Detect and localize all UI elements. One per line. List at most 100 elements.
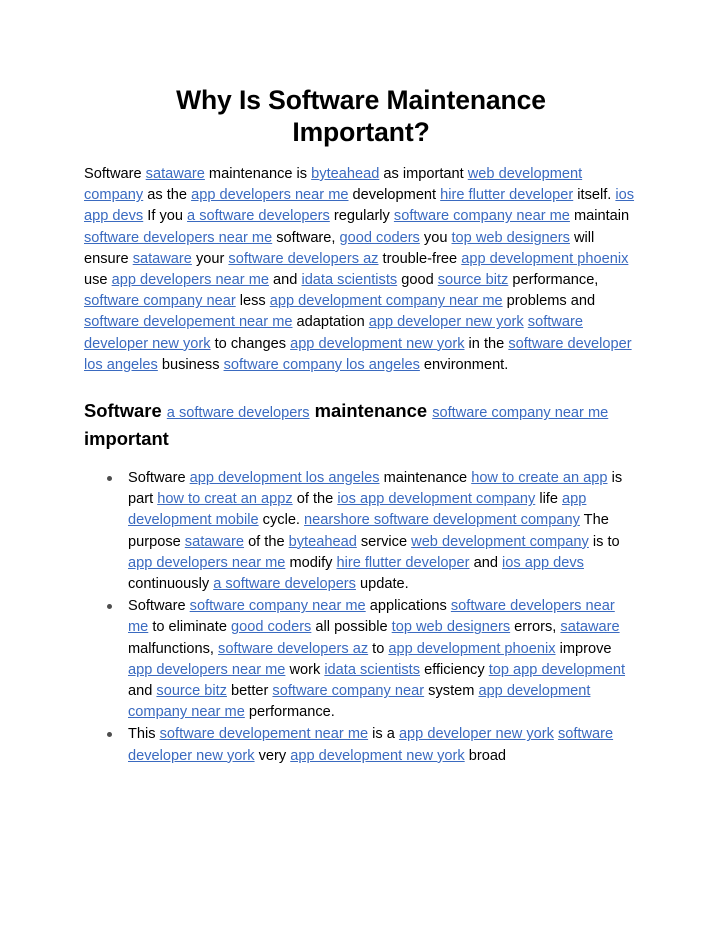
link-nearshore-software-development-company[interactable]: nearshore software development company xyxy=(304,512,580,528)
link-byteahead-bullet1[interactable]: byteahead xyxy=(289,534,357,550)
text-fragment: of the xyxy=(244,533,289,550)
link-app-developers-near-me[interactable]: app developers near me xyxy=(191,187,348,203)
link-byteahead[interactable]: byteahead xyxy=(311,166,379,182)
text-fragment: cycle. xyxy=(258,512,305,529)
link-sataware-bullet1[interactable]: sataware xyxy=(185,534,244,550)
section-heading: Software a software developers maintenan… xyxy=(84,398,638,452)
link-software-developers-near-me[interactable]: software developers near me xyxy=(84,230,272,246)
text-fragment: performance, xyxy=(508,272,599,289)
link-software-company-near[interactable]: software company near xyxy=(84,293,236,309)
list-item: This software developement near me is a … xyxy=(107,724,638,766)
link-source-bitz-bullet2[interactable]: source bitz xyxy=(156,683,227,699)
link-hire-flutter-developer[interactable]: hire flutter developer xyxy=(440,187,573,203)
link-top-web-designers[interactable]: top web designers xyxy=(452,230,570,246)
link-software-company-near-me[interactable]: software company near me xyxy=(394,208,570,224)
link-how-to-create-an-app[interactable]: how to create an app xyxy=(471,470,607,486)
text-fragment: to eliminate xyxy=(148,619,232,636)
link-idata-scientists[interactable]: idata scientists xyxy=(301,272,397,288)
text-fragment: and xyxy=(128,683,157,700)
text-fragment: If you xyxy=(143,208,188,225)
link-software-developers-az-bullet2[interactable]: software developers az xyxy=(218,641,368,657)
page-title-line-2: Important? xyxy=(292,117,430,147)
text-fragment: errors, xyxy=(510,619,561,636)
text-fragment: maintain xyxy=(569,208,630,225)
text-fragment: is a xyxy=(368,726,399,743)
link-app-development-phoenix-bullet2[interactable]: app development phoenix xyxy=(388,641,555,657)
text-fragment: environment. xyxy=(419,356,509,373)
text-fragment: continuously xyxy=(128,576,214,593)
text-fragment: and xyxy=(469,554,502,571)
link-good-coders-bullet2[interactable]: good coders xyxy=(231,619,311,635)
document-page: Why Is Software Maintenance Important? S… xyxy=(0,0,720,931)
link-app-developers-near-me-2[interactable]: app developers near me xyxy=(112,272,269,288)
text-fragment: Software xyxy=(128,470,190,487)
text-fragment: regularly xyxy=(329,208,394,225)
link-ios-app-development-company[interactable]: ios app development company xyxy=(337,491,535,507)
text-fragment: update. xyxy=(355,576,409,593)
text-fragment: all possible xyxy=(311,619,392,636)
link-how-to-creat-an-appz[interactable]: how to creat an appz xyxy=(157,491,292,507)
page-title-line-1: Why Is Software Maintenance xyxy=(176,85,546,115)
text-fragment: system xyxy=(424,683,479,700)
text-fragment: problems and xyxy=(502,293,596,310)
link-software-company-near-bullet2[interactable]: software company near xyxy=(272,683,424,699)
text-fragment: itself. xyxy=(573,187,616,204)
text-fragment: better xyxy=(226,683,273,700)
text-fragment: your xyxy=(191,250,229,267)
text-fragment: trouble-free xyxy=(378,250,462,267)
text-fragment: to xyxy=(368,640,389,657)
bullet-list: Software app development los angeles mai… xyxy=(84,468,638,767)
link-ios-app-devs-bullet1[interactable]: ios app devs xyxy=(502,555,584,571)
link-software-developement-near-me-bullet3[interactable]: software developement near me xyxy=(160,726,368,742)
link-software-company-near-me-heading[interactable]: software company near me xyxy=(432,405,608,421)
link-idata-scientists-bullet2[interactable]: idata scientists xyxy=(324,662,420,678)
text-fragment: very xyxy=(254,747,291,764)
link-web-development-company-bullet1[interactable]: web development company xyxy=(411,534,589,550)
text-fragment: you xyxy=(419,229,452,246)
text-fragment: use xyxy=(84,272,112,289)
text-fragment: adaptation xyxy=(292,314,369,331)
link-top-app-development-bullet2[interactable]: top app development xyxy=(489,662,625,678)
text-fragment: performance. xyxy=(244,704,335,721)
link-app-development-los-angeles[interactable]: app development los angeles xyxy=(190,470,380,486)
text-fragment: Software xyxy=(128,598,190,615)
link-a-software-developers-heading[interactable]: a software developers xyxy=(167,405,310,421)
heading-text-fragment: important xyxy=(84,428,169,450)
document-body: Why Is Software Maintenance Important? S… xyxy=(84,84,638,768)
link-sataware-bullet2[interactable]: sataware xyxy=(560,619,619,635)
text-fragment: of the xyxy=(292,491,338,508)
page-title: Why Is Software Maintenance Important? xyxy=(84,84,638,148)
link-app-development-new-york-bullet3[interactable]: app development new york xyxy=(290,748,464,764)
link-app-development-new-york[interactable]: app development new york xyxy=(290,336,464,352)
link-software-developers-az[interactable]: software developers az xyxy=(228,251,378,267)
link-app-developer-new-york[interactable]: app developer new york xyxy=(369,314,524,330)
text-fragment: Software xyxy=(84,166,146,182)
text-fragment: as the xyxy=(143,187,192,204)
text-fragment: development xyxy=(348,187,441,204)
link-good-coders[interactable]: good coders xyxy=(340,230,420,246)
link-app-developers-near-me-bullet2[interactable]: app developers near me xyxy=(128,662,285,678)
link-top-web-designers-bullet2[interactable]: top web designers xyxy=(392,619,510,635)
text-fragment: broad xyxy=(464,747,507,764)
link-app-development-phoenix[interactable]: app development phoenix xyxy=(461,251,628,267)
link-sataware[interactable]: sataware xyxy=(146,166,205,182)
text-fragment: This xyxy=(128,726,160,743)
text-fragment: malfunctions, xyxy=(128,640,219,657)
text-fragment: work xyxy=(285,661,325,678)
link-a-software-developers-bullet1[interactable]: a software developers xyxy=(213,576,356,592)
text-fragment: life xyxy=(535,491,563,508)
link-app-developers-near-me-bullet1[interactable]: app developers near me xyxy=(128,555,285,571)
text-fragment: is to xyxy=(588,533,620,550)
text-fragment: and xyxy=(268,272,302,289)
link-hire-flutter-developer-bullet1[interactable]: hire flutter developer xyxy=(336,555,469,571)
link-software-company-near-me-bullet2[interactable]: software company near me xyxy=(190,598,366,614)
link-app-development-company-near-me[interactable]: app development company near me xyxy=(270,293,503,309)
link-sataware-2[interactable]: sataware xyxy=(133,251,192,267)
link-app-developer-new-york-bullet3[interactable]: app developer new york xyxy=(399,726,554,742)
link-a-software-developers[interactable]: a software developers xyxy=(187,208,330,224)
link-software-company-los-angeles[interactable]: software company los angeles xyxy=(224,357,420,373)
link-software-developement-near-me[interactable]: software developement near me xyxy=(84,314,292,330)
text-fragment: to changes xyxy=(210,335,291,352)
heading-text-fragment: maintenance xyxy=(309,400,433,422)
link-source-bitz[interactable]: source bitz xyxy=(438,272,509,288)
